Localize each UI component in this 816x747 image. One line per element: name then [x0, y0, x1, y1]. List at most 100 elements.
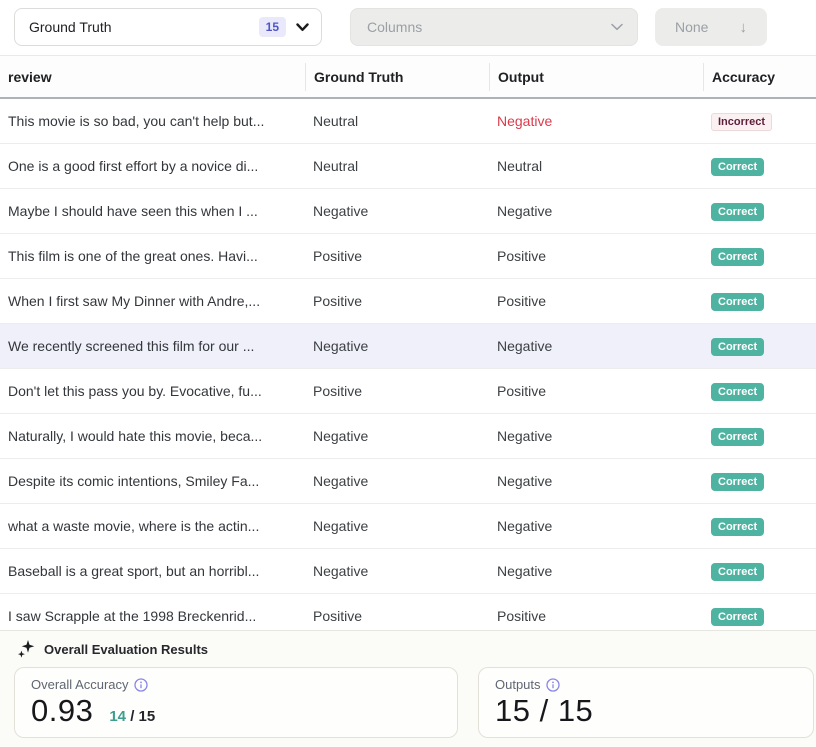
overall-results-panel: Overall Evaluation Results Overall Accur… — [0, 630, 816, 747]
table-row[interactable]: Don't let this pass you by. Evocative, f… — [0, 369, 816, 414]
output-cell: Positive — [489, 608, 703, 624]
overall-results-title: Overall Evaluation Results — [0, 631, 816, 658]
incorrect-badge: Incorrect — [711, 113, 772, 131]
review-cell: Don't let this pass you by. Evocative, f… — [0, 383, 305, 399]
outputs-card: Outputs 15 / 15 — [478, 667, 814, 738]
ground-truth-cell: Negative — [305, 473, 489, 489]
output-cell: Positive — [489, 293, 703, 309]
columns-select-placeholder: Columns — [367, 19, 611, 35]
ground-truth-cell: Negative — [305, 428, 489, 444]
table-row[interactable]: This movie is so bad, you can't help but… — [0, 99, 816, 144]
correct-badge: Correct — [711, 563, 764, 581]
table-row[interactable]: When I first saw My Dinner with Andre,..… — [0, 279, 816, 324]
row-count-badge: 15 — [259, 17, 286, 37]
correct-badge: Correct — [711, 338, 764, 356]
sort-button-label: None — [675, 19, 708, 35]
correct-badge: Correct — [711, 608, 764, 626]
info-icon[interactable] — [546, 678, 560, 692]
ground-truth-cell: Positive — [305, 248, 489, 264]
correct-badge: Correct — [711, 293, 764, 311]
table-row[interactable]: This film is one of the great ones. Havi… — [0, 234, 816, 279]
review-cell: One is a good first effort by a novice d… — [0, 158, 305, 174]
accuracy-cell: Correct — [703, 472, 816, 491]
column-header-ground-truth[interactable]: Ground Truth — [305, 63, 489, 91]
review-cell: Naturally, I would hate this movie, beca… — [0, 428, 305, 444]
column-header-output[interactable]: Output — [489, 63, 703, 91]
table-row-highlighted[interactable]: We recently screened this film for our .… — [0, 324, 816, 369]
table-row[interactable]: Baseball is a great sport, but an horrib… — [0, 549, 816, 594]
table-row[interactable]: Naturally, I would hate this movie, beca… — [0, 414, 816, 459]
review-cell: what a waste movie, where is the actin..… — [0, 518, 305, 534]
review-cell: Maybe I should have seen this when I ... — [0, 203, 305, 219]
accuracy-cell: Correct — [703, 607, 816, 626]
chevron-down-icon — [611, 23, 623, 31]
sparkles-icon — [18, 640, 35, 658]
ground-truth-select-label: Ground Truth — [29, 19, 259, 35]
review-cell: This film is one of the great ones. Havi… — [0, 248, 305, 264]
output-cell: Negative — [489, 563, 703, 579]
ground-truth-cell: Negative — [305, 338, 489, 354]
review-cell: Despite its comic intentions, Smiley Fa.… — [0, 473, 305, 489]
results-table: review Ground Truth Output Accuracy This… — [0, 56, 816, 639]
evaluation-results-view: Ground Truth 15 Columns None ↓ review Gr… — [0, 0, 816, 747]
accuracy-cell: Correct — [703, 292, 816, 311]
review-cell: Baseball is a great sport, but an horrib… — [0, 563, 305, 579]
info-icon[interactable] — [134, 678, 148, 692]
table-row[interactable]: Maybe I should have seen this when I ...… — [0, 189, 816, 234]
ground-truth-cell: Neutral — [305, 113, 489, 129]
accuracy-cell: Correct — [703, 202, 816, 221]
outputs-value: 15 / 15 — [495, 695, 593, 728]
sort-button[interactable]: None ↓ — [655, 8, 767, 46]
correct-badge: Correct — [711, 248, 764, 266]
overall-results-title-text: Overall Evaluation Results — [44, 642, 208, 657]
arrow-down-icon: ↓ — [740, 19, 748, 36]
overall-accuracy-card: Overall Accuracy 0.93 14 / 15 — [14, 667, 458, 738]
accuracy-cell: Correct — [703, 337, 816, 356]
output-cell: Negative — [489, 518, 703, 534]
ground-truth-cell: Negative — [305, 203, 489, 219]
accuracy-cell: Correct — [703, 157, 816, 176]
output-cell: Neutral — [489, 158, 703, 174]
ground-truth-cell: Negative — [305, 518, 489, 534]
table-row[interactable]: One is a good first effort by a novice d… — [0, 144, 816, 189]
output-cell: Negative — [489, 428, 703, 444]
accuracy-cell: Correct — [703, 247, 816, 266]
accuracy-cell: Incorrect — [703, 112, 816, 131]
accuracy-cell: Correct — [703, 427, 816, 446]
column-header-accuracy[interactable]: Accuracy — [703, 63, 816, 91]
ground-truth-cell: Positive — [305, 608, 489, 624]
chevron-down-icon — [296, 23, 309, 32]
output-cell: Negative — [489, 113, 703, 129]
accuracy-fraction: 14 / 15 — [109, 708, 155, 725]
accuracy-cell: Correct — [703, 562, 816, 581]
output-cell: Negative — [489, 203, 703, 219]
accuracy-cell: Correct — [703, 517, 816, 536]
columns-select[interactable]: Columns — [350, 8, 638, 46]
toolbar: Ground Truth 15 Columns None ↓ — [0, 0, 816, 56]
ground-truth-cell: Negative — [305, 563, 489, 579]
overall-accuracy-label: Overall Accuracy — [31, 677, 129, 692]
correct-badge: Correct — [711, 428, 764, 446]
review-cell: This movie is so bad, you can't help but… — [0, 113, 305, 129]
outputs-label: Outputs — [495, 677, 541, 692]
correct-badge: Correct — [711, 158, 764, 176]
review-cell: When I first saw My Dinner with Andre,..… — [0, 293, 305, 309]
review-cell: I saw Scrapple at the 1998 Breckenrid... — [0, 608, 305, 624]
ground-truth-cell: Positive — [305, 293, 489, 309]
review-cell: We recently screened this film for our .… — [0, 338, 305, 354]
table-row[interactable]: Despite its comic intentions, Smiley Fa.… — [0, 459, 816, 504]
ground-truth-cell: Neutral — [305, 158, 489, 174]
table-header-row: review Ground Truth Output Accuracy — [0, 56, 816, 99]
correct-badge: Correct — [711, 518, 764, 536]
ground-truth-cell: Positive — [305, 383, 489, 399]
table-row[interactable]: what a waste movie, where is the actin..… — [0, 504, 816, 549]
output-cell: Negative — [489, 338, 703, 354]
correct-badge: Correct — [711, 473, 764, 491]
accuracy-cell: Correct — [703, 382, 816, 401]
column-header-review[interactable]: review — [0, 63, 305, 91]
output-cell: Negative — [489, 473, 703, 489]
output-cell: Positive — [489, 248, 703, 264]
output-cell: Positive — [489, 383, 703, 399]
correct-badge: Correct — [711, 383, 764, 401]
ground-truth-select[interactable]: Ground Truth 15 — [14, 8, 322, 46]
